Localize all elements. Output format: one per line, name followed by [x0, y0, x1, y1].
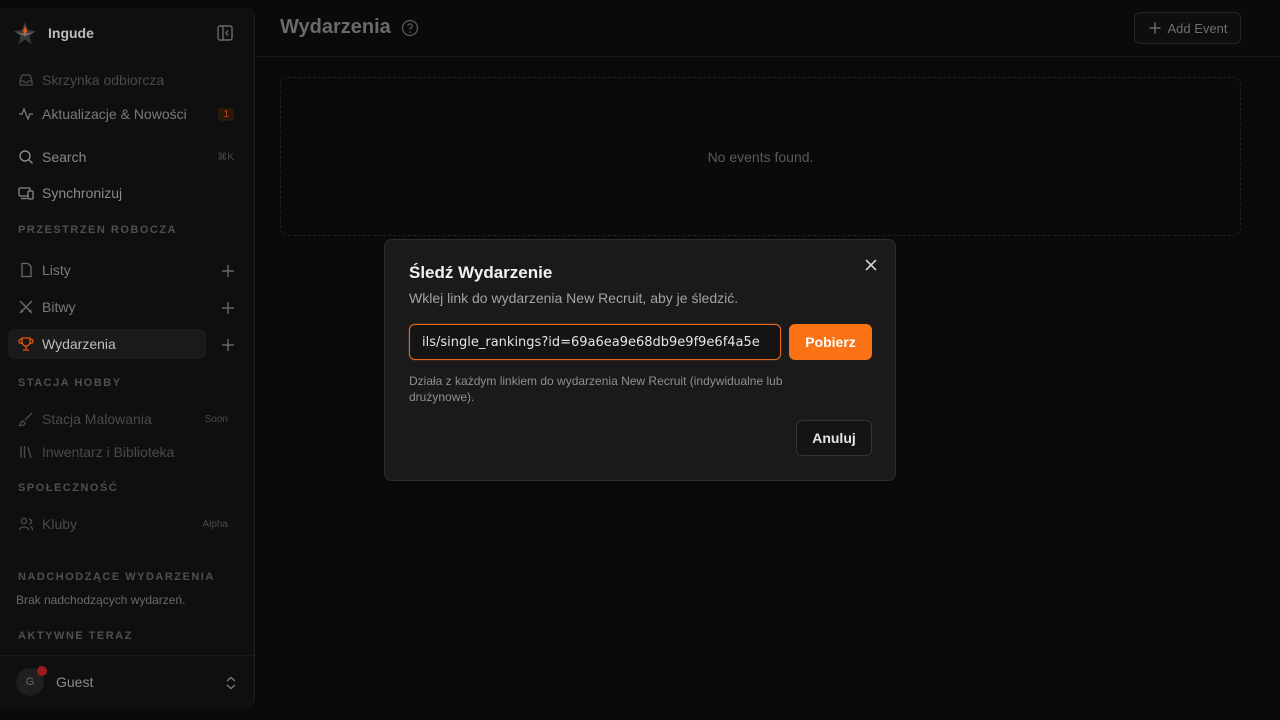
add-event-button[interactable]: Add Event [1134, 12, 1241, 44]
search-icon [19, 150, 33, 164]
devices-icon [18, 187, 34, 200]
search-shortcut: ⌘K [217, 151, 234, 163]
brand-name: Ingude [48, 25, 94, 41]
dialog-hint: Działa z każdym linkiem do wydarzenia Ne… [409, 374, 783, 404]
events-empty-state: No events found. [280, 77, 1241, 236]
add-battle-icon[interactable] [220, 300, 236, 316]
sidebar-item-lists[interactable]: Listy [8, 255, 238, 285]
sidebar-collapse-icon[interactable] [216, 24, 234, 42]
avatar: G [16, 666, 47, 696]
updates-badge: 1 [218, 107, 234, 121]
empty-text: No events found. [707, 148, 814, 165]
cancel-button[interactable]: Anuluj [796, 420, 872, 456]
section-upcoming: NADCHODZĄCE WYDARZENIA [18, 571, 215, 583]
track-event-dialog: Śledź Wydarzenie Wklej link do wydarzeni… [384, 239, 896, 481]
section-active-now: AKTYWNE TERAZ [18, 630, 133, 642]
paint-station-tag: Soon [204, 413, 228, 425]
users-icon [18, 517, 34, 531]
user-menu[interactable]: G Guest [0, 655, 255, 708]
clubs-tag: Alpha [202, 518, 228, 530]
user-name: Guest [56, 674, 94, 690]
add-event-icon[interactable] [220, 337, 236, 353]
sidebar-item-search[interactable]: Search ⌘K [8, 142, 238, 172]
section-community: SPOŁECZNOŚĆ [18, 482, 119, 494]
close-icon[interactable] [863, 257, 879, 273]
fetch-button[interactable]: Pobierz [789, 324, 872, 360]
logo-icon [14, 22, 36, 44]
brand[interactable]: Ingude [12, 20, 94, 46]
section-workspace: PRZESTRZEN ROBOCZA [18, 224, 177, 236]
swords-icon [19, 300, 33, 314]
event-url-input[interactable] [409, 324, 781, 360]
section-hobby: STACJA HOBBY [18, 377, 122, 389]
activity-icon [19, 107, 33, 121]
library-icon [20, 446, 32, 459]
sidebar-item-library[interactable]: Inwentarz i Biblioteka [8, 437, 238, 467]
chevron-updown-icon [226, 676, 236, 690]
sidebar: Ingude Skrzynka odbiorcza Aktualizacje &… [0, 8, 255, 708]
upcoming-empty-text: Brak nadchodzących wydarzeń. [16, 593, 186, 607]
trophy-icon [18, 337, 34, 351]
sidebar-item-events[interactable]: Wydarzenia [8, 329, 206, 359]
sidebar-item-updates[interactable]: Aktualizacje & Nowości 1 [8, 99, 238, 129]
status-dot [37, 666, 47, 676]
sidebar-item-clubs[interactable]: Kluby Alpha [8, 509, 238, 539]
plus-icon [1149, 22, 1160, 34]
file-icon [21, 262, 32, 278]
sidebar-item-sync[interactable]: Synchronizuj [8, 178, 238, 208]
add-list-icon[interactable] [220, 263, 236, 279]
dialog-description: Wklej link do wydarzenia New Recruit, ab… [409, 290, 739, 306]
inbox-icon [19, 74, 33, 86]
page-title: Wydarzenia [280, 16, 391, 38]
sidebar-item-paint-station[interactable]: Stacja Malowania Soon [8, 404, 238, 434]
sidebar-item-battles[interactable]: Bitwy [8, 292, 238, 322]
dialog-title: Śledź Wydarzenie [409, 263, 553, 282]
brush-icon [18, 412, 33, 427]
sidebar-item-inbox[interactable]: Skrzynka odbiorcza [8, 65, 238, 95]
header-divider [256, 56, 1280, 57]
help-icon[interactable] [401, 19, 419, 37]
